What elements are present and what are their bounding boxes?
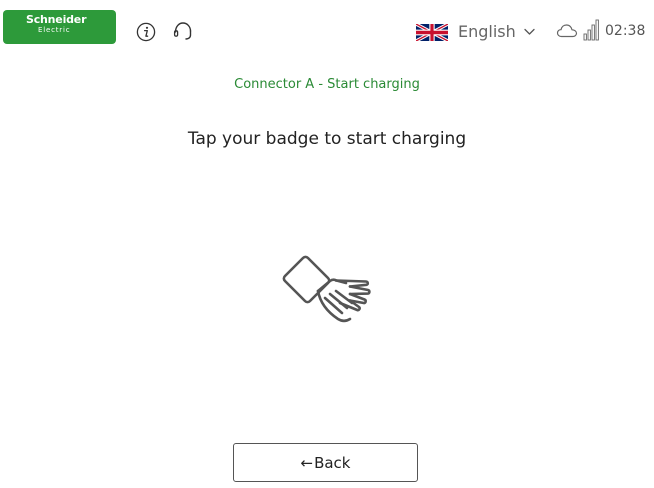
back-arrow-icon: ← (300, 453, 314, 472)
page-subtitle: Connector A - Start charging (234, 77, 420, 92)
charger-screen: Schneider Electric English 02:38 Connect… (0, 0, 654, 488)
language-label: English (458, 22, 516, 41)
logo-sub: Electric (38, 26, 71, 34)
page-title: Tap your badge to start charging (187, 129, 467, 149)
info-icon[interactable] (136, 22, 156, 42)
back-button-label: Back (314, 453, 351, 472)
logo-name: Schneider (26, 13, 87, 26)
language-selector[interactable]: English (416, 20, 535, 44)
hand-badge-icon (282, 255, 371, 323)
help-headset-icon[interactable] (172, 20, 194, 42)
schneider-logo: Schneider Electric (3, 10, 116, 44)
uk-flag-icon (416, 23, 448, 41)
signal-icon (583, 19, 599, 41)
chevron-down-icon (524, 28, 535, 35)
clock-time: 02:38 (605, 23, 646, 39)
cloud-icon (556, 24, 578, 38)
back-button[interactable]: ← Back (233, 443, 418, 482)
